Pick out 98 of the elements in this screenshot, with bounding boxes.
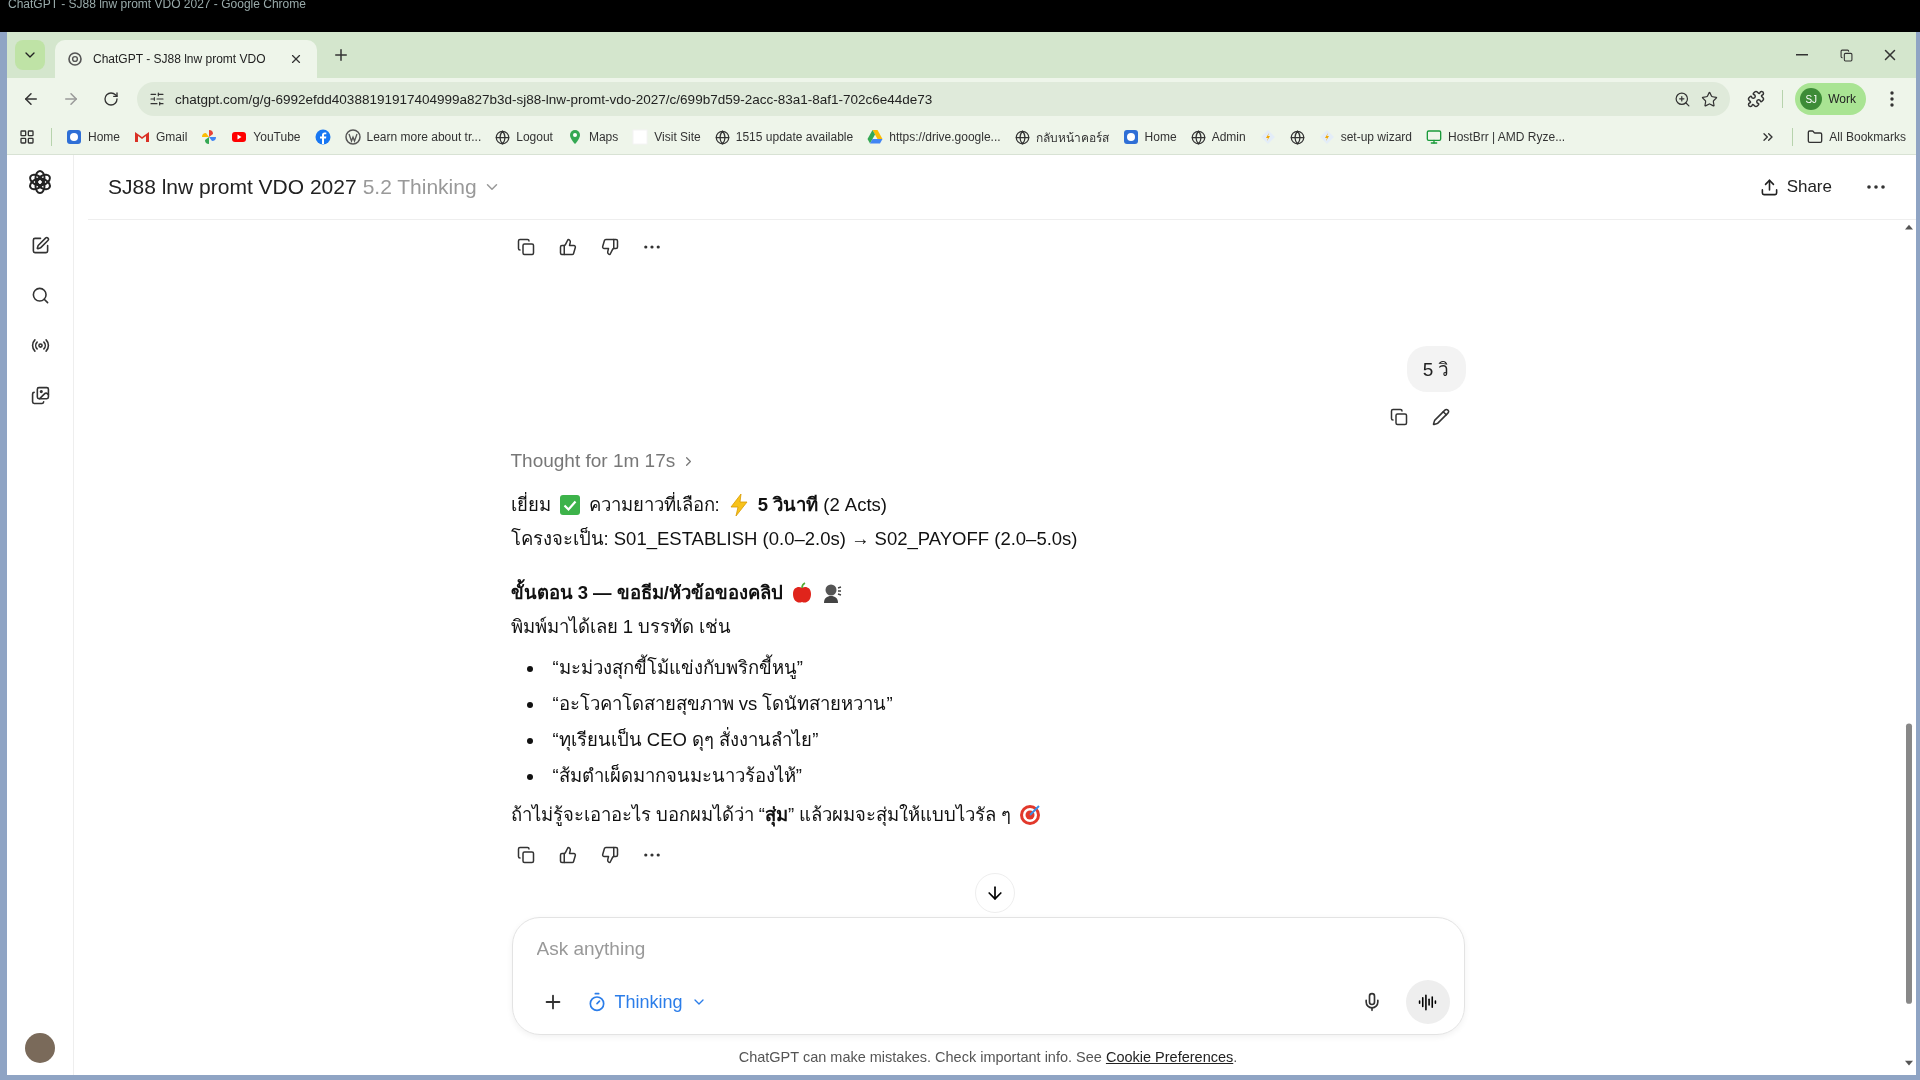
app-icon [1122, 129, 1139, 145]
f-circle-icon [314, 129, 331, 145]
apps-button[interactable] [17, 127, 37, 147]
globe-icon [495, 129, 511, 145]
window-title: ChatGPT - SJ88 lnw promt VDO 2027 - Google Chrome [8, 0, 306, 10]
example-item: “มะม่วงสุกขี้โม้แข่งกับพริกขี้หนู” [552, 654, 803, 684]
folder-icon [1807, 129, 1824, 145]
thumbs-up-icon [558, 846, 577, 864]
bookmark[interactable]: 1515 update available [714, 129, 854, 145]
bookmark[interactable]: Admin [1190, 129, 1246, 145]
copy-icon [516, 238, 535, 256]
copy-icon [516, 846, 535, 864]
zoom-icon [1674, 90, 1692, 108]
example-item: “ทุเรียนเป็น CEO ดุๆ สั่งงานลำไย” [552, 726, 819, 753]
pinwheel-icon [201, 129, 218, 145]
restore-icon [1839, 48, 1853, 62]
user-message: 5 วิ [1406, 346, 1466, 392]
reply-text: ความยาวที่เลือก: [588, 491, 720, 517]
lightning-icon [727, 493, 750, 517]
ellipsis-icon [643, 245, 660, 249]
bookmark[interactable]: Visit Site [632, 129, 701, 145]
bookmark[interactable]: Home [1122, 129, 1177, 145]
triangle-icon [867, 129, 884, 145]
address-bar[interactable]: chatgpt.com/g/g-6992efdd40388191917404999a827b3d-sj88-lnw-promt-vdo-2027/c/699b7d59-2acc-83a1-8af1-702c6e44de73 [137, 82, 1731, 116]
example-item: “อะโวคาโดสายสุขภาพ vs โดนัทสายหวาน” [552, 692, 893, 717]
bookmark[interactable]: HostBrr | AMD Ryze... [1426, 129, 1566, 145]
thumbs-down-icon [600, 238, 619, 256]
bookmark[interactable]: Logout [495, 129, 553, 145]
target-icon [1019, 804, 1042, 826]
reply-text: โครงจะเป็น: S01_ESTABLISH (0.0–2.0s) → S02_PAYOFF (2.0–5.0s) [510, 526, 1078, 552]
ellipsis-icon [1867, 185, 1885, 189]
audio-lines-icon [1418, 992, 1437, 1012]
reply-text: เยี่ยม [510, 491, 551, 517]
voice-mode-button[interactable] [1405, 980, 1450, 1024]
bullet-icon [526, 738, 533, 744]
minimize-icon [1796, 54, 1808, 56]
pencil-icon [1431, 408, 1450, 426]
globe-icon [1014, 129, 1030, 145]
arrow-right-icon [62, 90, 80, 108]
thinking-mode-button[interactable]: Thinking [586, 991, 707, 1013]
bullet-icon [526, 702, 533, 708]
search-icon [30, 285, 50, 305]
user-avatar[interactable] [25, 1033, 55, 1063]
scroll-down-button[interactable] [975, 873, 1015, 913]
play-icon [231, 129, 248, 145]
reply-text: 5 วินาที (2 Acts) [757, 493, 887, 517]
bookmark[interactable] [1289, 129, 1305, 145]
thumbs-down-icon [600, 846, 619, 864]
globe-icon [714, 129, 730, 145]
globe-icon [1190, 129, 1206, 145]
check-icon [558, 494, 581, 516]
menu-icon [1890, 91, 1894, 107]
edit-icon [30, 235, 50, 255]
bookmark[interactable]: Gmail [134, 129, 188, 145]
close-icon [289, 52, 303, 66]
grid-icon [19, 129, 35, 145]
composer[interactable]: Ask anything Thinking [511, 917, 1465, 1035]
profile-button[interactable]: SJ Work [1795, 83, 1866, 115]
bookmark[interactable]: Maps [566, 129, 619, 145]
monitor-icon [1426, 129, 1442, 145]
chat-title-dropdown[interactable]: SJ88 lnw promt VDO 2027 5.2 Thinking [108, 175, 501, 199]
bookmark[interactable]: Home [66, 129, 120, 145]
globe-icon [1289, 129, 1305, 145]
apple-icon [790, 582, 813, 604]
bookmark[interactable]: set-up wizard [1318, 129, 1412, 145]
step-heading: ขั้นตอน 3 — ขอธีม/หัวข้อของคลิป [510, 576, 783, 610]
bookmark[interactable]: YouTube [231, 129, 301, 145]
ellipsis-icon [643, 853, 660, 857]
w-circle-icon [344, 129, 361, 145]
browser-tab[interactable]: ChatGPT - SJ88 lnw promt VDO [55, 40, 317, 78]
disclaimer-text: ChatGPT can make mistakes. Check important info. See Cookie Preferences. [738, 1048, 1238, 1067]
bookmark-star-icon [1701, 90, 1719, 108]
share-icon [1759, 177, 1779, 197]
thought-toggle[interactable]: Thought for 1m 17s [510, 450, 697, 472]
bookmark[interactable]: Learn more about tr... [344, 129, 482, 145]
puzzle-icon [1747, 90, 1766, 108]
bullet-icon [526, 666, 533, 672]
mail-icon [134, 129, 150, 145]
diamond-icon [1318, 129, 1335, 145]
share-button[interactable]: Share [1753, 176, 1838, 198]
plus-icon [332, 46, 350, 64]
reload-icon [103, 91, 119, 107]
tab-title: ChatGPT - SJ88 lnw promt VDO [93, 52, 267, 66]
app-icon [66, 129, 82, 145]
reply-text: ถ้าไม่รู้จะเอาอะไร บอกผมได้ว่า “สุ่ม” แล้วผมจะสุ่มให้แบบไวรัล ๆ [510, 803, 1012, 829]
bookmark[interactable]: กลับหน้าคอร์ส [1014, 127, 1109, 147]
reply-text: พิมพ์มาได้เลย 1 บรรทัด เช่น [510, 615, 732, 639]
copy-icon [1389, 408, 1408, 426]
images-icon [30, 385, 50, 405]
diamond-icon [1259, 129, 1276, 145]
tab-search-button[interactable] [15, 40, 45, 70]
all-bookmarks-button[interactable]: All Bookmarks [1807, 129, 1906, 145]
bullet-icon [526, 774, 533, 780]
example-item: “ส้มตำเผ็ดมากจนมะนาวร้องไห้” [552, 763, 802, 788]
site-info-icon [149, 91, 165, 107]
thumbs-up-icon [558, 238, 577, 256]
url-text: chatgpt.com/g/g-6992efdd40388191917404999a827b3d-sj88-lnw-promt-vdo-2027/c/699b7d59-2acc-83a1-8af1-702c6e44de73 [175, 91, 934, 107]
bookmark[interactable]: https://drive.google... [867, 129, 1001, 145]
